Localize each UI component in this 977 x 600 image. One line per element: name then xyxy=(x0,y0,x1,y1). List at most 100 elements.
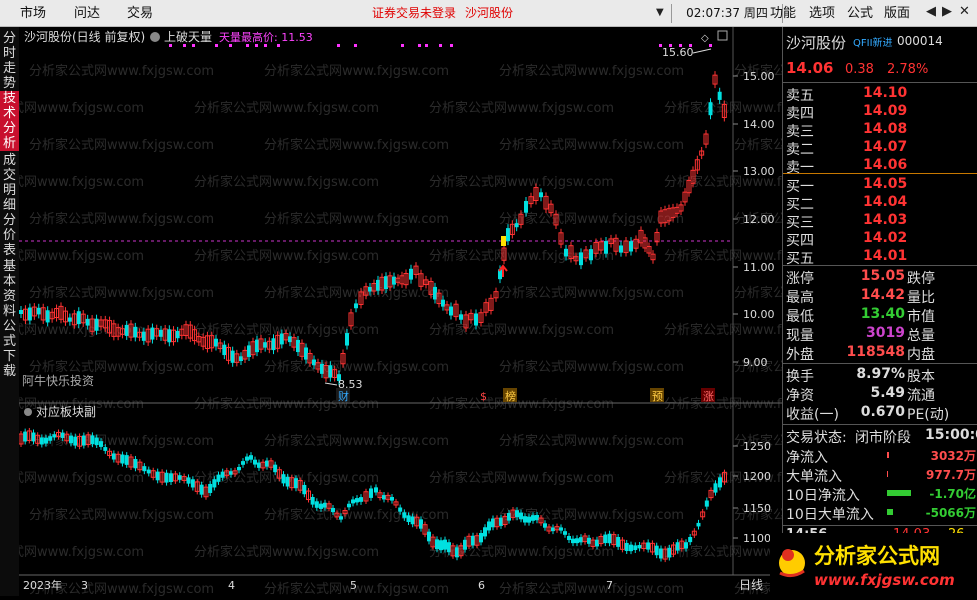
bid-price[interactable]: 14.02 xyxy=(863,230,907,246)
quote-panel: 沙河股份 QFII新进 000014 14.06 0.38 2.78% 卖五 14… xyxy=(782,27,977,596)
ask-price[interactable]: 14.10 xyxy=(863,85,907,101)
indicator-toggle-icon[interactable] xyxy=(150,32,160,42)
flow-value: -5066万 xyxy=(925,506,976,520)
high-price-label: 15.60 xyxy=(662,46,694,59)
marker-list[interactable]: 榜 xyxy=(505,389,516,403)
signal-dot xyxy=(215,44,218,47)
watermark-text: 分析家公式网www.fxjgsw.com xyxy=(499,63,684,79)
tab-trades[interactable]: 成交明细 xyxy=(0,153,19,213)
stock-code: 000014 xyxy=(897,34,943,48)
ask-price[interactable]: 14.08 xyxy=(863,121,907,137)
kline-chart[interactable]: 分析家公式网www.fxjgsw.com 分析家公式网www.fxjgsw.com… xyxy=(19,27,782,596)
x-label-4: 4 xyxy=(228,579,235,592)
marker-finance[interactable]: 财 xyxy=(338,389,349,403)
tab-price-table[interactable]: 分价表 xyxy=(0,213,19,259)
stat-value: 3019 xyxy=(866,325,905,341)
tab-technical[interactable]: 技术分析 xyxy=(0,91,19,151)
watermark-text: 分析家公式网www.fxjgsw.com xyxy=(429,174,614,190)
watermark-text: 分析家公式网www.fxjgsw.com xyxy=(19,470,144,486)
watermark-text: 分析家公式网www.fxjgsw.com xyxy=(29,507,214,523)
stat-label: 外盘 xyxy=(786,347,814,363)
sub-y-tick-label: 1150 xyxy=(743,502,771,515)
price-change: 0.38 xyxy=(845,62,874,77)
menu-trade[interactable]: 交易 xyxy=(127,0,153,27)
ask-label: 卖四 xyxy=(786,106,814,122)
watermark-text: 分析家公式网www.fxjgsw.com xyxy=(19,100,144,116)
sub-chart-title: 对应板块副 xyxy=(36,404,96,419)
ask-label: 卖三 xyxy=(786,124,814,140)
tab-formula-download[interactable]: 公式下载 xyxy=(0,319,19,379)
signal-dot xyxy=(192,44,195,47)
ask-label: 卖五 xyxy=(786,88,814,104)
logo-graphic: 分析家公式网 www.fxjgsw.com xyxy=(779,544,955,589)
watermark-text: 分析家公式网www.fxjgsw.com xyxy=(499,285,684,301)
ask-price[interactable]: 14.07 xyxy=(863,139,907,155)
indicator-name: 上破天量 xyxy=(164,29,212,44)
period-label[interactable]: 日线 xyxy=(739,578,763,592)
watermark-text: 分析家公式网www.fxjgsw.com xyxy=(194,100,379,116)
menu-wenda[interactable]: 问达 xyxy=(74,0,100,27)
bid-price[interactable]: 14.04 xyxy=(863,194,907,210)
flow-value: 3032万 xyxy=(930,449,976,463)
marker-dollar[interactable]: $ xyxy=(480,390,487,403)
close-icon[interactable]: ✕ xyxy=(959,4,970,19)
stat-value: 15.05 xyxy=(860,268,905,284)
trade-status-time: 15:00:0 xyxy=(925,427,977,443)
menu-layout[interactable]: 版面 xyxy=(884,0,910,27)
tab-intraday[interactable]: 分时走势 xyxy=(0,31,19,91)
login-warning[interactable]: 证券交易未登录 xyxy=(372,0,456,27)
sub-toggle-icon[interactable] xyxy=(24,408,32,416)
clock-weekday: 周四 xyxy=(743,6,768,20)
sub-y-tick-label: 1100 xyxy=(743,532,771,545)
bid-price[interactable]: 14.05 xyxy=(863,176,907,192)
signal-dot xyxy=(246,44,249,47)
stat-label-2: 市值 xyxy=(907,309,935,325)
diamond-icon: ◇ xyxy=(701,33,709,44)
dropdown-icon[interactable]: ▼ xyxy=(656,7,664,18)
menu-options[interactable]: 选项 xyxy=(809,0,835,27)
stat2-label: 净资 xyxy=(786,388,814,404)
ask-price[interactable]: 14.06 xyxy=(863,157,907,173)
watermark-text: 分析家公式网www.fxjgsw.com xyxy=(429,100,614,116)
x-label-7: 7 xyxy=(606,579,613,592)
stat-value: 14.42 xyxy=(860,287,905,303)
tianliang-label: 天量最高价: 11.53 xyxy=(219,30,313,44)
menu-function[interactable]: 功能 xyxy=(770,0,796,27)
menu-formula[interactable]: 公式 xyxy=(847,0,873,27)
watermark-text: 分析家公式网www.fxjgsw.com xyxy=(664,322,782,338)
flow-bar xyxy=(887,490,911,496)
menu-market[interactable]: 市场 xyxy=(20,0,46,27)
y-tick-label: 10.00 xyxy=(743,308,775,321)
y-tick-label: 13.00 xyxy=(743,165,775,178)
marker-rise[interactable]: 涨 xyxy=(703,390,714,403)
signal-dot xyxy=(450,44,453,47)
breakout-candle xyxy=(501,236,506,246)
next-icon[interactable]: ▶ xyxy=(942,4,952,19)
chart-title: 沙河股份(日线 前复权) xyxy=(24,29,145,44)
watermark-text: 分析家公式网www.fxjgsw.com xyxy=(429,322,614,338)
stat2-label-2: 股本 xyxy=(907,369,935,385)
bid-price[interactable]: 14.03 xyxy=(863,212,907,228)
bid-price[interactable]: 14.01 xyxy=(863,248,907,264)
watermark-text: 分析家公式网www.fxjgsw.com xyxy=(429,396,614,412)
x-label-5: 5 xyxy=(350,579,357,592)
watermark-text: 分析家公式网www.fxjgsw.com xyxy=(499,137,684,153)
trade-status-label: 交易状态: xyxy=(786,430,847,446)
watermark-text: 分析家公式网www.fxjgsw.com xyxy=(19,248,144,264)
stat2-value: 5.49 xyxy=(870,385,905,401)
watermark-text: 分析家公式网www.fxjgsw.com xyxy=(429,470,614,486)
y-tick-label: 11.00 xyxy=(743,261,775,274)
stock-link[interactable]: 沙河股份 xyxy=(465,0,513,27)
watermark-text: 分析家公式网www.fxjgsw.com xyxy=(194,396,379,412)
prev-icon[interactable]: ◀ xyxy=(926,4,936,19)
watermark-text: 分析家公式网www.fxjgsw.com xyxy=(264,359,449,375)
marker-forecast[interactable]: 预 xyxy=(652,390,663,403)
x-label-year: 2023年 xyxy=(23,578,62,592)
last-price: 14.06 xyxy=(786,59,834,77)
signal-dot xyxy=(229,44,232,47)
logo-url: www.fxjgsw.com xyxy=(814,571,955,589)
ask-price[interactable]: 14.09 xyxy=(863,103,907,119)
flow-bar xyxy=(887,452,889,458)
tab-profile[interactable]: 基本资料 xyxy=(0,259,19,319)
stat-label-2: 跌停 xyxy=(907,271,935,287)
